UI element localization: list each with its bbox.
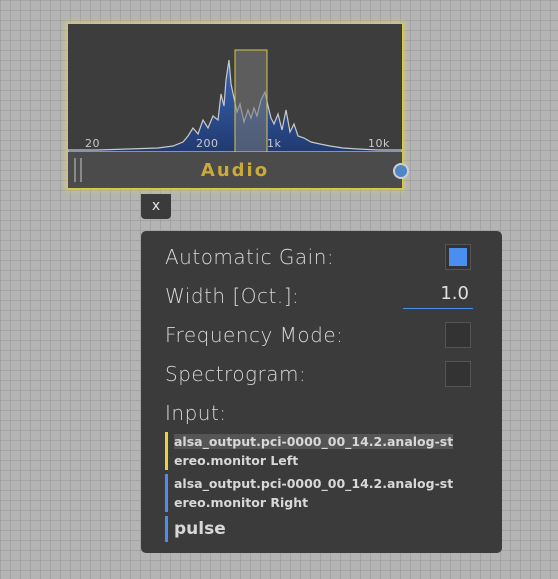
spectrum-display[interactable]: 20 200 1k 10k <box>68 24 402 152</box>
node-title-bar[interactable]: Audio <box>68 152 402 188</box>
output-port[interactable] <box>393 163 409 179</box>
source-line2: ereo.monitor Right <box>174 495 309 510</box>
freq-label-1k: 1k <box>267 137 282 150</box>
automatic-gain-checkbox[interactable] <box>445 244 471 270</box>
spectrogram-checkbox[interactable] <box>445 361 471 387</box>
spectrogram-label: Spectrogram: <box>165 362 307 386</box>
audio-node[interactable]: 20 200 1k 10k Audio <box>67 23 409 189</box>
source-label: pulse <box>174 519 226 539</box>
close-button[interactable]: x <box>141 194 171 219</box>
node-title: Audio <box>200 160 270 181</box>
source-line1: alsa_output.pci-0000_00_14.2.analog-st <box>174 434 454 449</box>
spectrum-graph <box>68 49 402 152</box>
source-line1: alsa_output.pci-0000_00_14.2.analog-st <box>174 476 454 491</box>
source-line2: ereo.monitor Left <box>174 453 299 468</box>
freq-label-20: 20 <box>85 137 100 150</box>
frequency-mode-label: Frequency Mode: <box>165 323 344 347</box>
freq-label-200: 200 <box>196 137 219 150</box>
band-selection <box>234 49 268 152</box>
width-input[interactable]: 1.0 <box>403 283 473 309</box>
width-label: Width [Oct.]: <box>165 284 300 308</box>
freq-label-10k: 10k <box>368 137 390 150</box>
input-source-left[interactable]: alsa_output.pci-0000_00_14.2.analog-st e… <box>165 432 475 470</box>
input-label: Input: <box>165 401 227 425</box>
settings-panel: Automatic Gain: Width [Oct.]: 1.0 Freque… <box>141 231 502 553</box>
automatic-gain-label: Automatic Gain: <box>165 245 335 269</box>
frequency-mode-checkbox[interactable] <box>445 322 471 348</box>
input-source-right[interactable]: alsa_output.pci-0000_00_14.2.analog-st e… <box>165 474 475 512</box>
input-source-pulse[interactable]: pulse <box>165 516 475 542</box>
